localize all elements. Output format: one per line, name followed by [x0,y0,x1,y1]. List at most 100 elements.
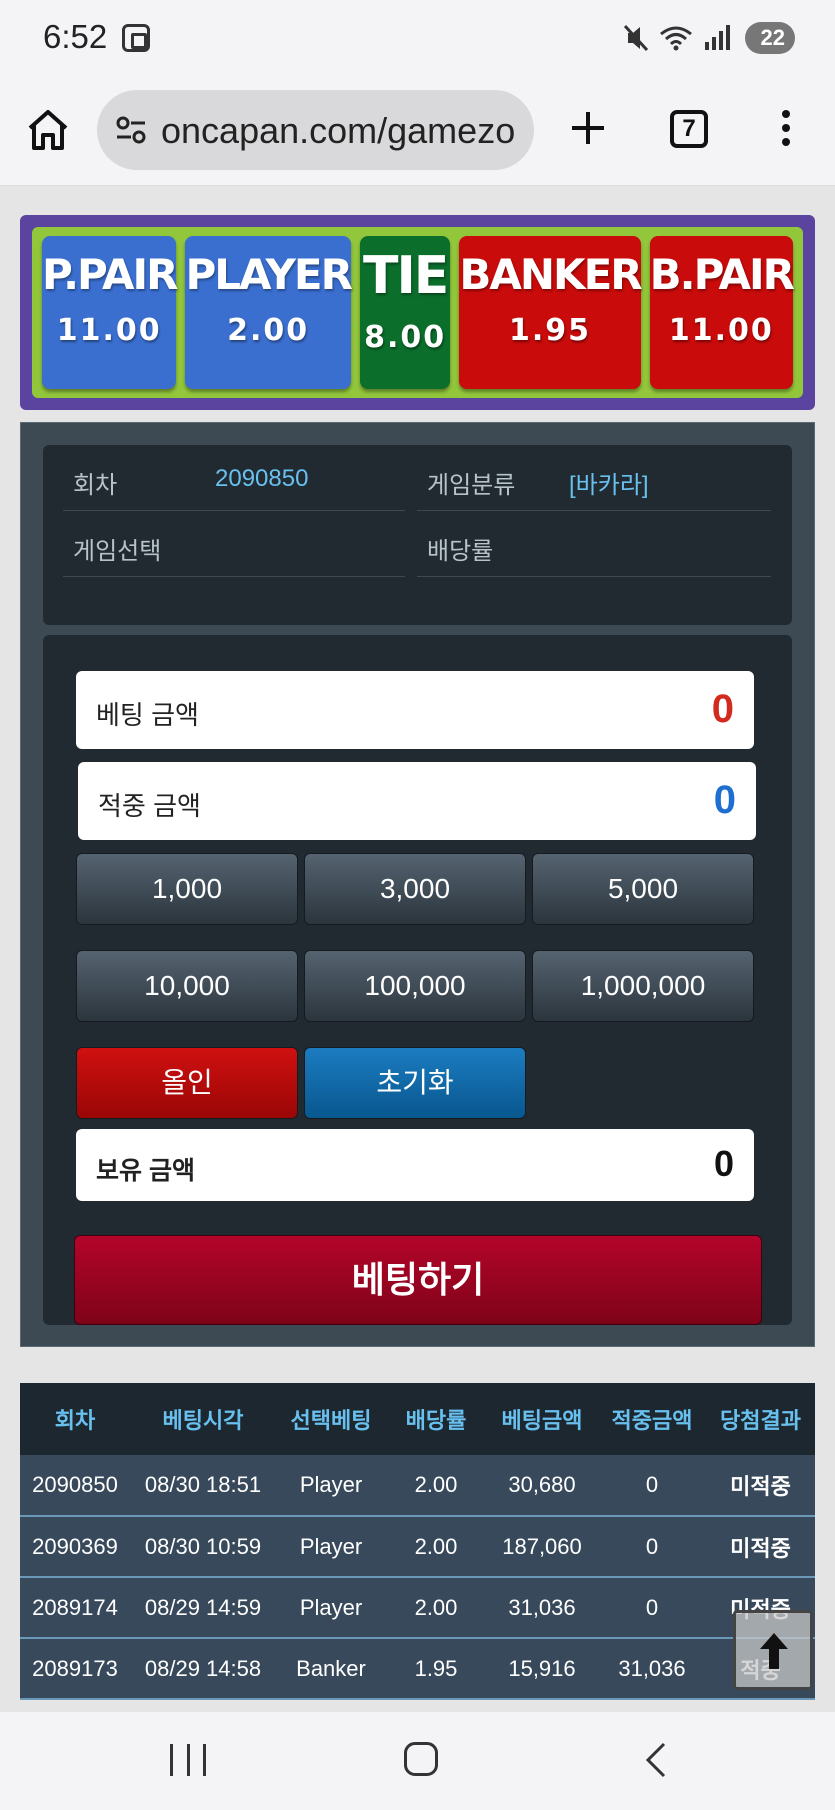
info-selection-label: 게임선택 [73,538,162,565]
chip-button-100000[interactable]: 100,000 [304,950,526,1022]
cell-bet-amount: 30,680 [486,1455,598,1517]
chip-button-5000[interactable]: 5,000 [532,853,754,925]
recent-apps-icon[interactable] [170,1744,206,1776]
back-icon[interactable] [640,1740,670,1780]
cell-result: 미적중 [706,1516,815,1578]
browser-toolbar: oncapan.com/gamezo 7 [0,78,835,186]
table-row: 2090850 08/30 18:51 Player 2.00 30,680 0… [20,1455,815,1517]
arrow-up-icon [760,1633,788,1669]
odds-name: B.PAIR [649,250,795,299]
odds-card-player[interactable]: PLAYER 2.00 [185,236,353,389]
cell-bet-time: 08/29 14:59 [130,1577,276,1639]
new-tab-icon[interactable] [566,106,610,150]
win-amount-label: 적중 금액 [98,791,201,821]
odds-value: 8.00 [364,320,447,355]
home-icon[interactable] [26,108,70,152]
place-bet-button[interactable]: 베팅하기 [74,1235,762,1325]
game-info-box: 회차 2090850 게임분류 [바카라] 게임선택 배당률 [43,445,792,625]
signal-icon [703,24,731,52]
screenshot-icon [122,24,150,52]
balance-value: 0 [713,1143,734,1184]
cell-win-amount: 31,036 [598,1638,706,1700]
betting-panel: 회차 2090850 게임분류 [바카라] 게임선택 배당률 베팅 금액 0 적… [20,422,815,1347]
info-round-label: 회차 [73,472,118,499]
cell-bet-time: 08/30 18:51 [130,1455,276,1517]
cell-odds: 2.00 [386,1455,486,1517]
all-in-button[interactable]: 올인 [76,1047,298,1119]
status-bar: 6:52 22 [0,0,835,78]
odds-card-tie[interactable]: TIE 8.00 [359,236,451,389]
chip-button-1000[interactable]: 1,000 [76,853,298,925]
odds-value: 1.95 [508,313,592,348]
chip-button-10000[interactable]: 10,000 [76,950,298,1022]
site-settings-icon[interactable] [115,114,147,146]
odds-name: BANKER [459,250,642,299]
odds-card-p-pair[interactable]: P.PAIR 11.00 [42,236,178,389]
col-bet-amount: 베팅금액 [486,1383,598,1455]
win-amount-value: 0 [713,778,736,822]
info-odds-label: 배당률 [427,538,494,565]
nav-home-icon[interactable] [404,1742,438,1776]
url-text[interactable]: oncapan.com/gamezo [161,110,521,152]
chip-button-1000000[interactable]: 1,000,000 [532,950,754,1022]
col-selection: 선택베팅 [276,1383,386,1455]
info-round-value: 2090850 [215,465,309,492]
status-time: 6:52 [43,18,108,55]
cell-odds: 1.95 [386,1638,486,1700]
cell-odds: 2.00 [386,1516,486,1578]
cell-bet-time: 08/30 10:59 [130,1516,276,1578]
address-bar[interactable]: oncapan.com/gamezo [97,90,534,170]
status-icons: 22 [623,22,795,54]
system-nav-bar [0,1712,835,1810]
cell-selection: Banker [276,1638,386,1700]
odds-panel: P.PAIR 11.00 PLAYER 2.00 TIE 8.00 BANKER… [20,215,815,410]
odds-card-b-pair[interactable]: B.PAIR 11.00 [649,236,795,389]
odds-name: TIE [362,246,449,306]
odds-card-banker[interactable]: BANKER 1.95 [459,236,643,389]
info-category-value: [바카라] [569,472,649,499]
odds-name: PLAYER [185,250,352,299]
bet-amount-value: 0 [711,687,734,731]
table-row: 2089174 08/29 14:59 Player 2.00 31,036 0… [20,1577,815,1639]
col-round: 회차 [20,1383,130,1455]
overflow-menu-icon[interactable] [770,106,802,150]
table-row: 2089173 08/29 14:58 Banker 1.95 15,916 3… [20,1638,815,1700]
wifi-icon [659,24,693,52]
cell-bet-amount: 15,916 [486,1638,598,1700]
cell-bet-amount: 31,036 [486,1577,598,1639]
cell-round: 2090850 [20,1455,130,1517]
col-win-amount: 적중금액 [598,1383,706,1455]
cell-round: 2090369 [20,1516,130,1578]
cell-round: 2089173 [20,1638,130,1700]
info-odds: 배당률 [417,511,771,577]
cell-win-amount: 0 [598,1455,706,1517]
reset-button[interactable]: 초기화 [304,1047,526,1119]
cell-result: 미적중 [706,1455,815,1517]
cell-win-amount: 0 [598,1516,706,1578]
balance-label: 보유 금액 [96,1157,195,1185]
table-row: 2090369 08/30 10:59 Player 2.00 187,060 … [20,1516,815,1578]
bet-amount-field: 베팅 금액 0 [76,671,754,749]
info-round: 회차 2090850 [63,445,405,511]
history-header-row: 회차 베팅시각 선택베팅 배당률 베팅금액 적중금액 당첨결과 [20,1383,815,1455]
odds-value: 2.00 [227,313,310,348]
cell-bet-time: 08/29 14:58 [130,1638,276,1700]
cell-selection: Player [276,1516,386,1578]
cell-odds: 2.00 [386,1577,486,1639]
tab-switcher-button[interactable]: 7 [670,110,708,148]
col-bet-time: 베팅시각 [130,1383,276,1455]
info-category: 게임분류 [바카라] [417,445,771,511]
bet-form: 베팅 금액 0 적중 금액 0 1,000 3,000 5,000 10,000… [43,635,792,1325]
chip-button-3000[interactable]: 3,000 [304,853,526,925]
cell-win-amount: 0 [598,1577,706,1639]
balance-field: 보유 금액 0 [76,1129,754,1201]
info-category-label: 게임분류 [427,472,516,499]
scroll-to-top-button[interactable] [733,1610,813,1690]
odds-value: 11.00 [56,313,162,348]
bet-history: 회차 베팅시각 선택베팅 배당률 베팅금액 적중금액 당첨결과 2090850 … [20,1383,815,1713]
col-odds: 배당률 [386,1383,486,1455]
battery-indicator: 22 [744,22,795,54]
odds-name: P.PAIR [42,250,178,299]
cell-round: 2089174 [20,1577,130,1639]
cell-selection: Player [276,1455,386,1517]
